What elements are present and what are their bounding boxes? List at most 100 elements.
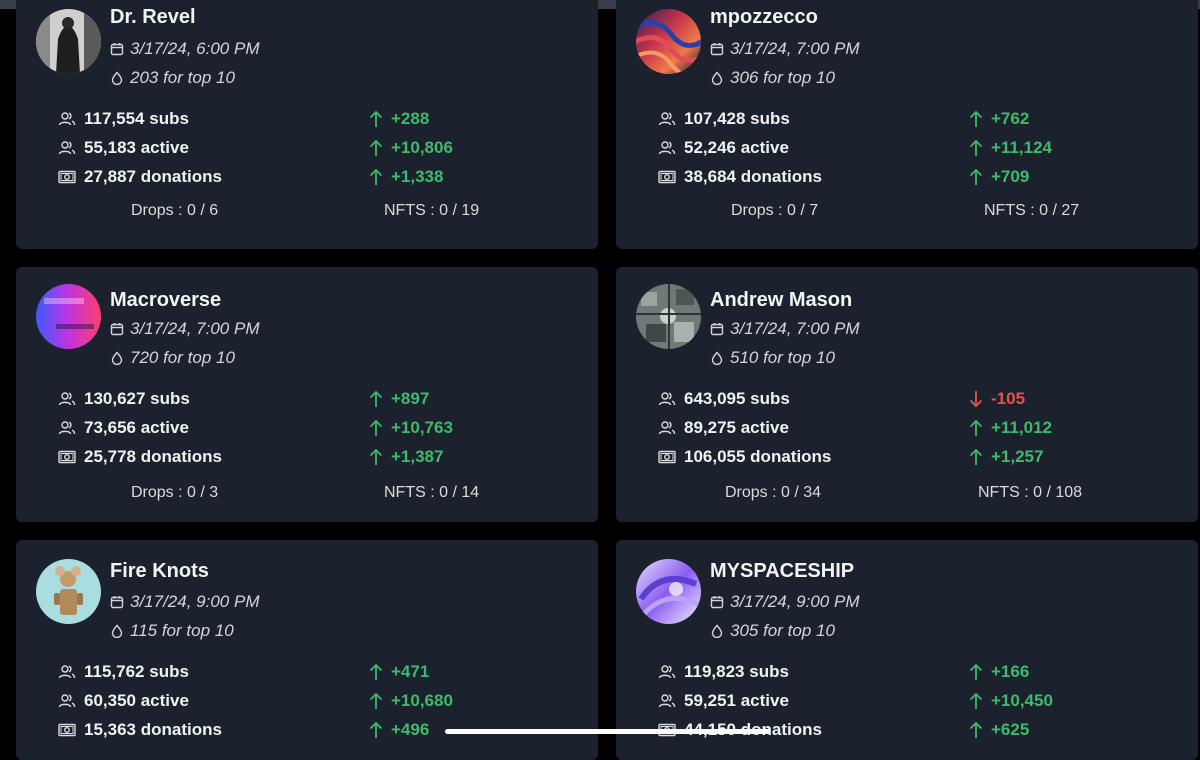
active-delta-text: +11,124	[991, 138, 1052, 157]
creator-card[interactable]: Dr. Revel 3/17/24, 6:00 PM 203 for top 1…	[16, 0, 598, 249]
active-stat: 89,275 active	[658, 418, 789, 438]
subs-delta-text: +897	[391, 389, 430, 408]
top10-text: 203 for top 10	[130, 68, 235, 87]
active-text: 55,183 active	[84, 138, 189, 157]
active-delta-text: +10,806	[391, 138, 453, 157]
calendar-icon	[710, 322, 724, 336]
drops-count: Drops : 0 / 7	[731, 202, 819, 219]
date-row: 3/17/24, 7:00 PM	[110, 319, 259, 339]
date-row: 3/17/24, 7:00 PM	[710, 39, 859, 59]
donations-delta-text: +625	[991, 720, 1030, 739]
donations-text: 106,055 donations	[684, 447, 832, 466]
donations-delta: +1,338	[369, 167, 443, 187]
arrow-up-icon	[969, 139, 983, 157]
banknote-icon	[58, 722, 76, 738]
arrow-up-icon	[369, 419, 383, 437]
calendar-icon	[710, 42, 724, 56]
donations-text: 25,778 donations	[84, 447, 222, 466]
creator-name: Fire Knots	[110, 560, 209, 582]
active-delta: +10,450	[969, 691, 1053, 711]
subs-text: 107,428 subs	[684, 109, 790, 128]
date-text: 3/17/24, 7:00 PM	[730, 319, 860, 338]
users-icon	[658, 693, 676, 709]
calendar-icon	[710, 595, 724, 609]
creator-name: Macroverse	[110, 289, 222, 311]
subs-delta-text: -105	[991, 389, 1026, 408]
arrow-up-icon	[969, 692, 983, 710]
creator-card[interactable]: MYSPACESHIP 3/17/24, 9:00 PM 305 for top…	[616, 540, 1198, 760]
active-text: 52,246 active	[684, 138, 789, 157]
top10-row: 115 for top 10	[110, 621, 234, 641]
active-delta: +10,680	[369, 691, 453, 711]
donations-text: 38,684 donations	[684, 167, 822, 186]
nfts-count: NFTS : 0 / 27	[984, 202, 1080, 219]
donations-stat: 27,887 donations	[58, 167, 222, 187]
subs-delta: +762	[969, 109, 1029, 129]
donations-delta: +709	[969, 167, 1029, 187]
drops-count: Drops : 0 / 3	[131, 484, 219, 501]
arrow-up-icon	[969, 419, 983, 437]
subs-stat: 643,095 subs	[658, 389, 790, 409]
date-row: 3/17/24, 6:00 PM	[110, 39, 259, 59]
arrow-up-icon	[969, 168, 983, 186]
subs-stat: 119,823 subs	[658, 662, 789, 682]
subs-text: 115,762 subs	[84, 662, 189, 681]
date-row: 3/17/24, 9:00 PM	[710, 592, 859, 612]
users-icon	[658, 420, 676, 436]
arrow-up-icon	[369, 390, 383, 408]
arrow-up-icon	[369, 448, 383, 466]
home-indicator[interactable]	[445, 729, 770, 734]
arrow-up-icon	[369, 663, 383, 681]
nfts-count: NFTS : 0 / 14	[384, 484, 480, 501]
subs-delta: +166	[969, 662, 1029, 682]
banknote-icon	[58, 449, 76, 465]
drops-count: Drops : 0 / 34	[725, 484, 822, 501]
subs-stat: 115,762 subs	[58, 662, 189, 682]
drop-icon	[110, 351, 124, 365]
top10-text: 305 for top 10	[730, 621, 835, 640]
donations-stat: 25,778 donations	[58, 447, 222, 467]
arrow-up-icon	[369, 139, 383, 157]
users-icon	[58, 420, 76, 436]
donations-delta: +625	[969, 720, 1029, 740]
subs-delta: +288	[369, 109, 429, 129]
subs-text: 117,554 subs	[84, 109, 189, 128]
active-delta: +11,124	[969, 138, 1052, 158]
subs-stat: 117,554 subs	[58, 109, 189, 129]
creator-card[interactable]: Andrew Mason 3/17/24, 7:00 PM 510 for to…	[616, 267, 1198, 522]
donations-delta-text: +1,257	[991, 447, 1044, 466]
creator-card[interactable]: Fire Knots 3/17/24, 9:00 PM 115 for top …	[16, 540, 598, 760]
creator-name: mpozzecco	[710, 6, 818, 28]
drop-icon	[710, 71, 724, 85]
subs-delta-text: +471	[391, 662, 430, 681]
date-text: 3/17/24, 9:00 PM	[730, 592, 860, 611]
users-icon	[658, 391, 676, 407]
donations-delta-text: +709	[991, 167, 1030, 186]
active-stat: 59,251 active	[658, 691, 789, 711]
donations-delta: +1,257	[969, 447, 1043, 467]
banknote-icon	[658, 449, 676, 465]
donations-text: 15,363 donations	[84, 720, 222, 739]
top10-row: 203 for top 10	[110, 68, 235, 88]
active-delta-text: +10,680	[391, 691, 453, 710]
creator-card[interactable]: Macroverse 3/17/24, 7:00 PM 720 for top …	[16, 267, 598, 522]
arrow-up-icon	[969, 110, 983, 128]
active-text: 60,350 active	[84, 691, 189, 710]
subs-delta: +471	[369, 662, 429, 682]
active-stat: 60,350 active	[58, 691, 189, 711]
arrow-up-icon	[369, 168, 383, 186]
arrow-up-icon	[369, 721, 383, 739]
drop-icon	[710, 624, 724, 638]
top10-text: 510 for top 10	[730, 348, 835, 367]
users-icon	[658, 664, 676, 680]
subs-text: 130,627 subs	[84, 389, 190, 408]
active-text: 89,275 active	[684, 418, 789, 437]
subs-text: 643,095 subs	[684, 389, 790, 408]
users-icon	[658, 111, 676, 127]
creator-card[interactable]: mpozzecco 3/17/24, 7:00 PM 306 for top 1…	[616, 0, 1198, 249]
users-icon	[58, 140, 76, 156]
avatar	[36, 9, 101, 74]
top10-text: 306 for top 10	[730, 68, 835, 87]
donations-stat: 38,684 donations	[658, 167, 822, 187]
donations-delta: +496	[369, 720, 429, 740]
